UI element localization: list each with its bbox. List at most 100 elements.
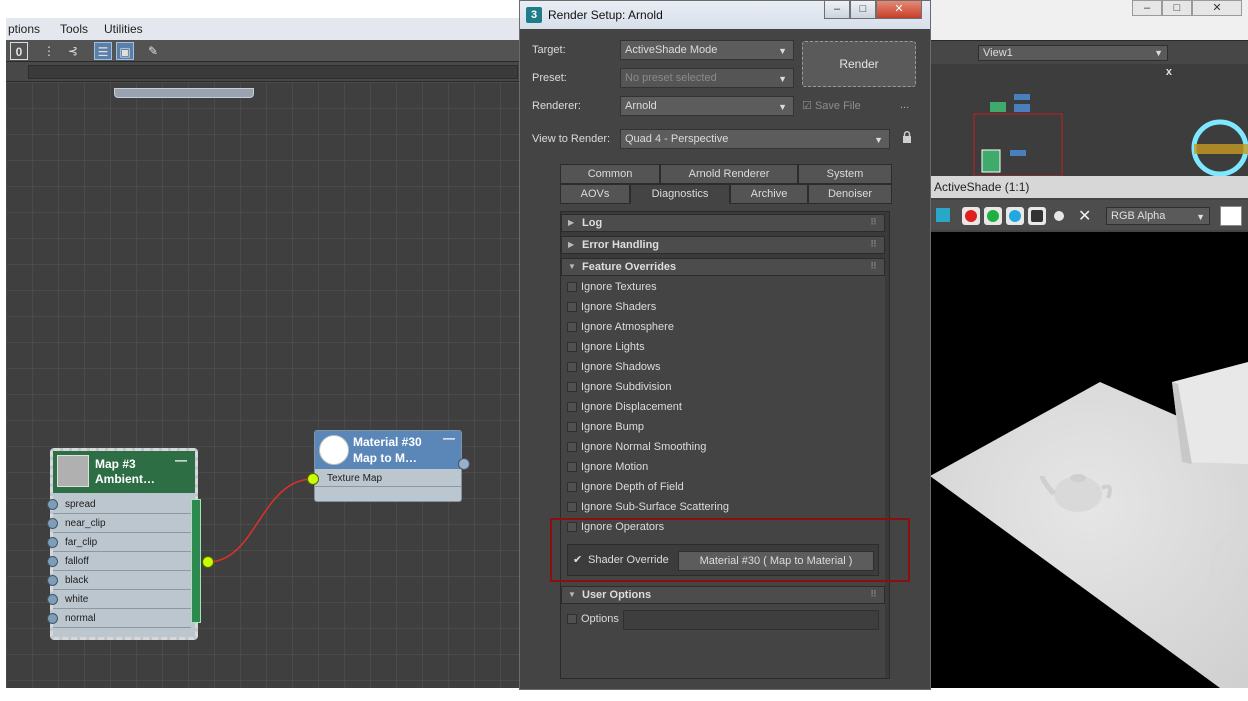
renderer-select[interactable]: Arnold ▼ — [620, 96, 794, 116]
tab-denoiser[interactable]: Denoiser — [808, 184, 892, 204]
blue-channel-button[interactable] — [1006, 207, 1024, 225]
checkbox[interactable] — [567, 282, 577, 292]
port-row[interactable]: normal — [47, 609, 191, 628]
collapse-icon[interactable]: — — [443, 431, 455, 445]
chevron-down-icon: ▼ — [778, 74, 787, 84]
horizontal-scrollbar[interactable] — [114, 88, 254, 98]
frame-buffer-icon[interactable] — [936, 208, 950, 222]
checkbox[interactable] — [567, 614, 577, 624]
schematic-viewport[interactable]: x — [930, 64, 1248, 177]
red-channel-button[interactable] — [962, 207, 980, 225]
tab-strip — [28, 65, 518, 79]
checkmark-icon: ☑ — [802, 100, 812, 112]
tab-system[interactable]: System — [798, 164, 892, 184]
port-row[interactable]: black — [47, 571, 191, 590]
close-icon[interactable]: x — [1166, 66, 1172, 78]
port-row[interactable]: far_clip — [47, 533, 191, 552]
maximize-icon[interactable]: □ — [850, 1, 876, 19]
rollout-log[interactable]: ▶ Log ⠿ — [561, 214, 885, 232]
maximize-icon[interactable]: □ — [1162, 0, 1192, 16]
close-icon[interactable]: ✕ — [1192, 0, 1242, 16]
save-file-checkbox[interactable]: ☑ Save File — [802, 99, 861, 112]
tab-arnold-renderer[interactable]: Arnold Renderer — [660, 164, 798, 184]
chevron-down-icon: ▼ — [778, 102, 787, 112]
input-socket-icon[interactable] — [47, 518, 58, 529]
chevron-down-icon: ▼ — [874, 135, 883, 145]
preset-select[interactable]: No preset selected ▼ — [620, 68, 794, 88]
layout-grid-icon[interactable]: ▣ — [116, 42, 134, 60]
collapse-arrow-icon: ▼ — [568, 262, 576, 271]
minimize-icon[interactable]: – — [824, 1, 850, 19]
background-color-swatch[interactable] — [1220, 206, 1242, 226]
port-row[interactable]: falloff — [47, 552, 191, 571]
options-input[interactable] — [623, 610, 879, 630]
output-socket-icon[interactable] — [202, 556, 214, 568]
minimize-icon[interactable]: – — [1132, 0, 1162, 16]
input-socket-icon[interactable] — [47, 537, 58, 548]
viewport-select[interactable]: View1 ▼ — [978, 45, 1168, 61]
menu-options[interactable]: ptions — [8, 22, 40, 36]
input-socket-icon[interactable] — [47, 499, 58, 510]
viewport-app: – □ ✕ View1 ▼ x ActiveShade (1:1) ✕ RGB A… — [930, 0, 1248, 688]
port-row[interactable]: near_clip — [47, 514, 191, 533]
move-children-icon[interactable]: ⋮ — [40, 42, 58, 60]
port-row[interactable]: Texture Map — [315, 471, 461, 487]
checkbox[interactable] — [567, 322, 577, 332]
checkbox[interactable] — [567, 402, 577, 412]
menu-tools[interactable]: Tools — [60, 22, 88, 36]
target-select[interactable]: ActiveShade Mode ▼ — [620, 40, 794, 60]
checkbox[interactable] — [567, 422, 577, 432]
output-socket-icon[interactable] — [458, 458, 470, 470]
input-socket-icon[interactable] — [47, 556, 58, 567]
activeshade-render[interactable] — [930, 232, 1248, 688]
green-channel-button[interactable] — [984, 207, 1002, 225]
tab-aovs[interactable]: AOVs — [560, 184, 630, 204]
rollout-error-handling[interactable]: ▶ Error Handling ⠿ — [561, 236, 885, 254]
input-socket-icon[interactable] — [47, 594, 58, 605]
rollout-feature-overrides[interactable]: ▼ Feature Overrides ⠿ — [561, 258, 885, 276]
checkbox[interactable] — [567, 382, 577, 392]
tab-archive[interactable]: Archive — [730, 184, 808, 204]
checkbox[interactable] — [567, 442, 577, 452]
checkbox[interactable] — [567, 302, 577, 312]
input-socket-icon[interactable] — [47, 613, 58, 624]
rendered-scene — [930, 362, 1248, 688]
checkbox[interactable] — [567, 502, 577, 512]
material-node-header[interactable]: Material #30 Map to M… — — [315, 431, 461, 469]
input-socket-icon[interactable] — [307, 473, 319, 485]
clear-icon[interactable]: ✕ — [1078, 206, 1091, 226]
checkbox[interactable] — [567, 342, 577, 352]
collapse-icon[interactable]: — — [175, 453, 187, 467]
map-node[interactable]: Map #3 Ambient… — spread near_clip far_c… — [47, 448, 201, 640]
input-socket-icon[interactable] — [47, 575, 58, 586]
pick-icon[interactable]: ✎ — [144, 42, 162, 60]
browse-button[interactable]: ... — [900, 99, 909, 111]
map-node-header[interactable]: Map #3 Ambient… — — [53, 451, 195, 493]
view-to-render-select[interactable]: Quad 4 - Perspective ▼ — [620, 129, 890, 149]
zero-icon[interactable]: 0 — [10, 42, 28, 60]
tab-common[interactable]: Common — [560, 164, 660, 184]
port-row[interactable]: spread — [47, 495, 191, 514]
dialog-titlebar[interactable]: 3 Render Setup: Arnold – □ ✕ — [520, 1, 930, 29]
grip-icon: ⠿ — [869, 217, 877, 227]
checkbox[interactable] — [567, 462, 577, 472]
channel-select[interactable]: RGB Alpha ▼ — [1106, 207, 1210, 225]
mono-channel-button[interactable] — [1028, 207, 1046, 225]
layout-list-icon[interactable]: ☰ — [94, 42, 112, 60]
chevron-down-icon: ▼ — [1196, 212, 1205, 222]
rollout-user-options[interactable]: ▼ User Options ⠿ — [561, 586, 885, 604]
checkbox[interactable] — [567, 362, 577, 372]
expand-arrow-icon: ▶ — [568, 240, 575, 249]
render-button[interactable]: Render — [802, 41, 916, 87]
checkbox[interactable] — [567, 482, 577, 492]
right-titlebar: – □ ✕ — [930, 0, 1248, 40]
close-icon[interactable]: ✕ — [876, 1, 922, 19]
alpha-channel-icon[interactable] — [1054, 211, 1064, 221]
lock-icon[interactable] — [902, 131, 912, 143]
tab-diagnostics[interactable]: Diagnostics — [630, 184, 730, 204]
menu-utilities[interactable]: Utilities — [104, 22, 143, 36]
port-row[interactable]: white — [47, 590, 191, 609]
material-node[interactable]: Material #30 Map to M… — Texture Map — [314, 430, 462, 502]
activeshade-toolbar: ✕ RGB Alpha ▼ — [930, 200, 1248, 230]
branch-icon[interactable]: ⊰ — [64, 42, 82, 60]
